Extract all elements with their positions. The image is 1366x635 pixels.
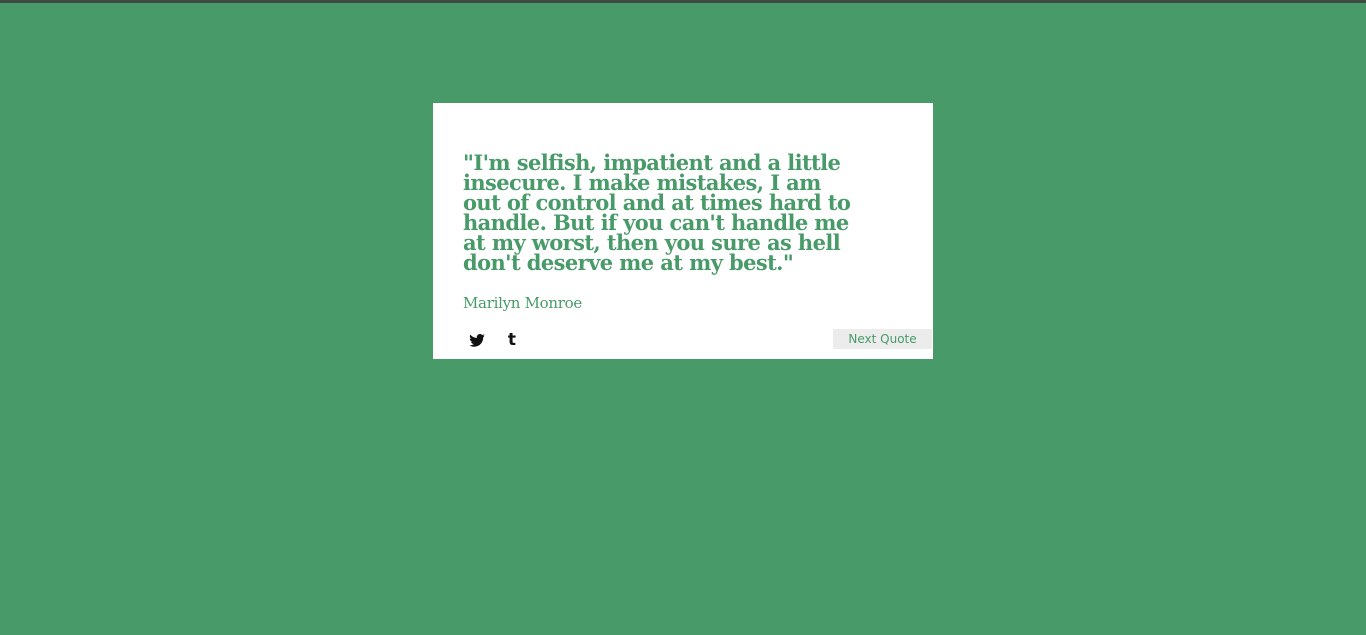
tweet-quote-button[interactable]	[466, 330, 488, 350]
next-quote-button[interactable]: Next Quote	[833, 329, 932, 349]
tumblr-share-button[interactable]: t	[501, 330, 523, 350]
window-top-border	[0, 0, 1366, 3]
twitter-icon	[469, 333, 485, 347]
quote-author: Marilyn Monroe	[463, 294, 582, 312]
tumblr-icon: t	[507, 329, 517, 350]
quote-text: "I'm selfish, impatient and a little ins…	[463, 150, 851, 275]
quote-box: "I'm selfish, impatient and a little ins…	[433, 103, 933, 359]
